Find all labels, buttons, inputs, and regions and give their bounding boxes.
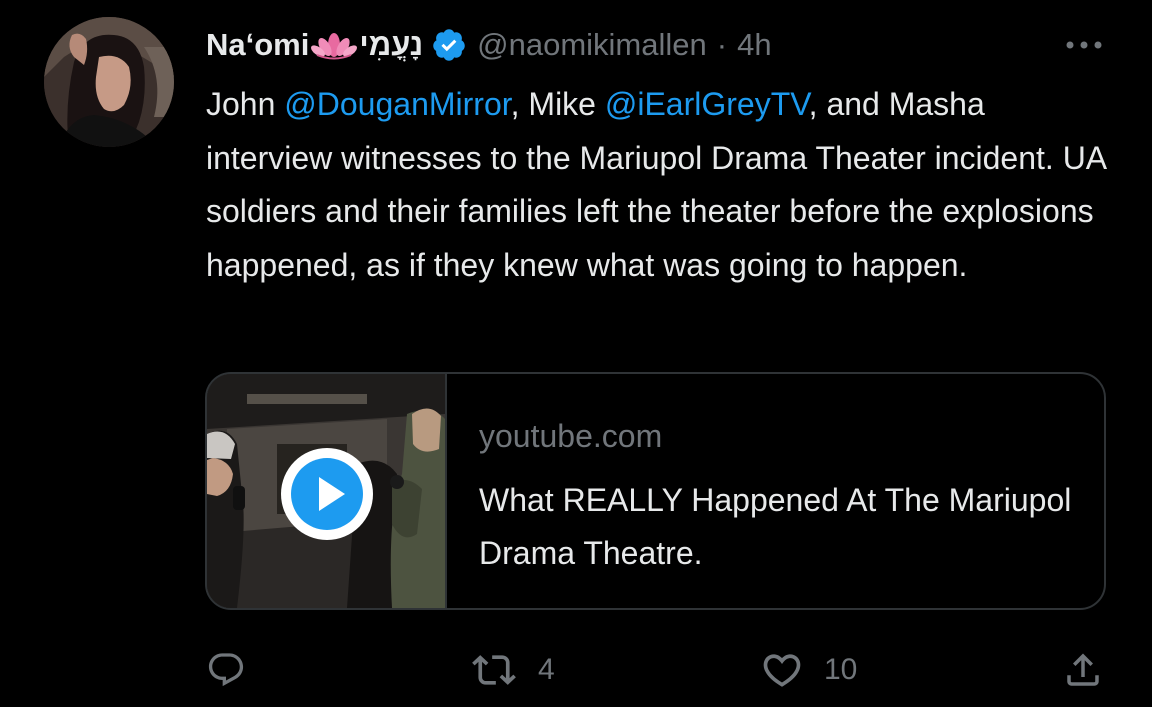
link-card[interactable]: youtube.com What REALLY Happened At The … <box>205 372 1106 610</box>
text-segment: , Mike <box>510 86 605 122</box>
retweet-button[interactable]: 4 <box>470 640 555 700</box>
separator-dot: · <box>716 27 728 62</box>
heart-icon <box>763 654 801 687</box>
reply-button[interactable] <box>206 640 246 700</box>
play-icon[interactable] <box>279 446 375 542</box>
reply-icon <box>208 653 244 687</box>
mention-link[interactable]: @DouganMirror <box>284 86 510 122</box>
hebrew-name: נָעֳמִי <box>359 27 424 62</box>
author-handle[interactable]: @naomikimallen <box>477 27 707 63</box>
tweet-text: John @DouganMirror, Mike @iEarlGreyTV, a… <box>206 78 1106 292</box>
avatar[interactable] <box>44 17 174 147</box>
lotus-emoji-icon <box>311 33 358 60</box>
timestamp[interactable]: 4h <box>737 27 771 63</box>
tweet[interactable]: Naʻomi נָעֳמִי @naomikimallen · 4h John … <box>0 0 1152 707</box>
share-icon <box>1067 653 1099 686</box>
like-count: 10 <box>824 653 858 686</box>
share-button[interactable] <box>1062 640 1104 700</box>
text-segment: John <box>206 86 285 122</box>
card-title: What REALLY Happened At The Mariupol Dra… <box>479 482 1072 571</box>
tweet-header: Naʻomi נָעֳמִי @naomikimallen · 4h <box>206 22 772 68</box>
verified-badge-icon[interactable] <box>431 27 467 63</box>
video-thumbnail[interactable] <box>207 374 447 608</box>
like-button[interactable]: 10 <box>760 640 857 700</box>
display-name[interactable]: Naʻomi <box>206 27 309 63</box>
retweet-icon <box>472 655 516 685</box>
more-options-icon[interactable] <box>1063 36 1105 54</box>
retweet-count: 4 <box>538 653 555 686</box>
card-domain: youtube.com <box>479 418 663 454</box>
mention-link[interactable]: @iEarlGreyTV <box>605 86 809 122</box>
action-bar: 4 10 <box>0 640 1152 700</box>
avatar-photo <box>44 17 174 147</box>
